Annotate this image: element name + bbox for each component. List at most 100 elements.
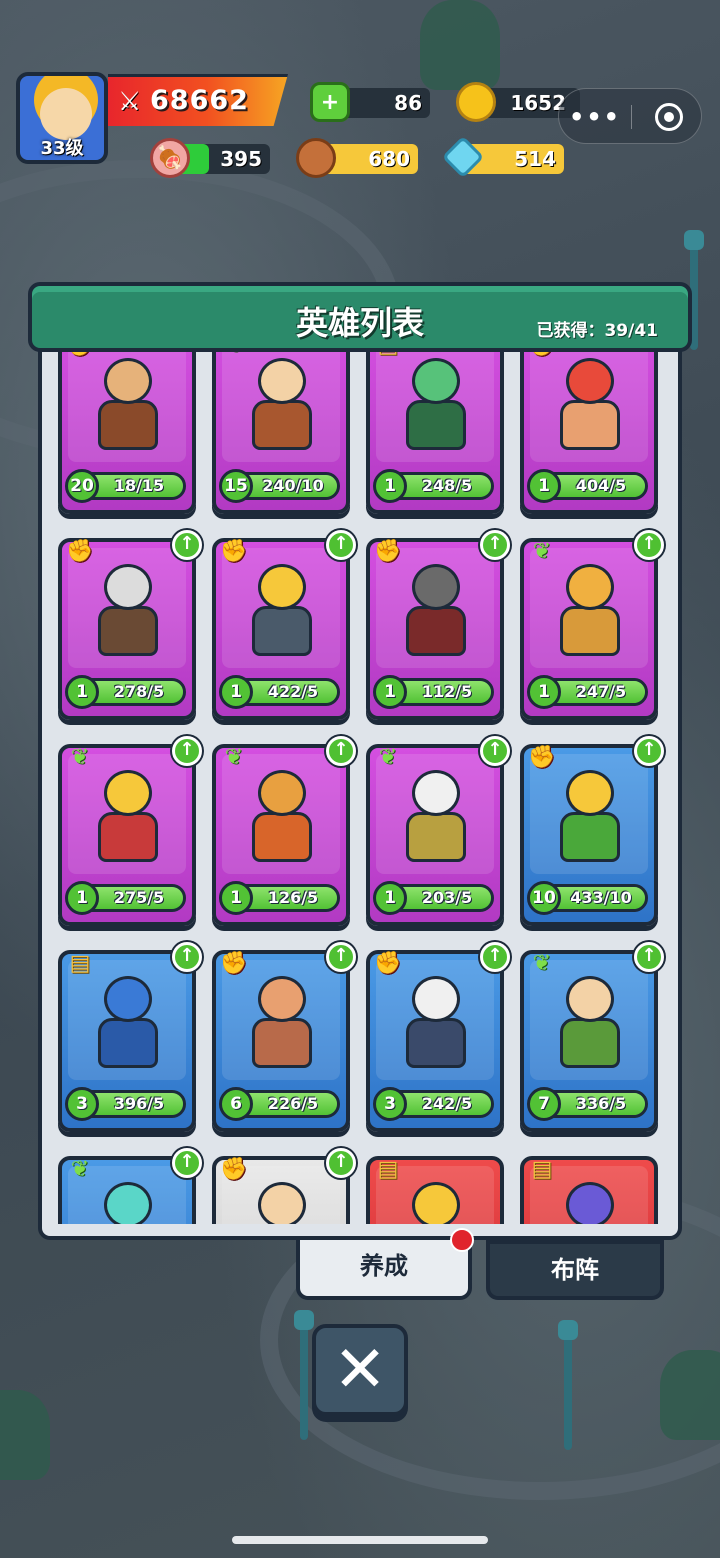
hero-portrait [402,358,470,454]
hero-head [412,976,460,1022]
hero-fragment-bar: 1 404/5 [527,469,648,503]
upgrade-arrow-icon: ↑ [480,530,510,560]
hero-portrait [402,564,470,660]
hero-card[interactable]: ❦ ↑ 1 203/5 [366,736,510,926]
hero-card[interactable]: ✊ ↑ [212,1148,356,1224]
hero-level: 1 [219,881,253,915]
hero-body [560,1018,620,1068]
log-icon [296,138,336,178]
avatar-face [40,88,92,140]
close-x-icon: ✕ [333,1333,387,1407]
close-miniprogram-icon[interactable] [655,103,683,131]
hero-fragment-bar: 7 336/5 [527,1087,648,1121]
hero-card[interactable]: ✊ ↑ 3 242/5 [366,942,510,1132]
hero-card[interactable]: ✊ ↑ 1 422/5 [212,530,356,720]
meat-icon: 🍖 [150,138,190,178]
player-avatar[interactable]: 33级 [16,72,108,164]
miniprogram-capsule: ••• [558,88,702,144]
hero-fragment-count: 226/5 [267,1094,319,1113]
hero-card[interactable]: ▤ [366,1156,504,1224]
hero-card[interactable]: ❦ ↑ 1 275/5 [58,736,202,926]
hero-fragment-count: 278/5 [113,682,165,701]
hero-head [258,976,306,1022]
red-fist-icon: ✊ [220,539,248,564]
hero-head [104,976,152,1022]
hero-card[interactable]: ❦ ↑ 1 247/5 [520,530,664,720]
hero-card[interactable]: ✊ ↑ 1 112/5 [366,530,510,720]
crystal-resource[interactable]: 514 [441,135,564,179]
hero-fragment-count: 248/5 [421,476,473,495]
hero-head [566,564,614,610]
hero-fragment-count: 126/5 [267,888,319,907]
hero-fragment-bar: 6 226/5 [219,1087,340,1121]
hero-level: 1 [527,675,561,709]
red-fist-icon: ✊ [374,951,402,976]
hero-head [412,1182,460,1224]
notification-dot [450,1228,474,1252]
top-hud: 33级 ⚔ 68662 + 86 1652 🍖 395 680 514 ••• [0,0,720,180]
hero-level: 15 [219,469,253,503]
hero-portrait [248,564,316,660]
hero-grid-scroll[interactable]: ✊2018/15❦15240/10▤1248/5✊1404/5✊↑1278/5✊… [50,352,674,1224]
hero-portrait [248,770,316,866]
hero-card[interactable]: ❦ ↑ 1 126/5 [212,736,356,926]
hero-portrait [556,976,624,1072]
hero-card[interactable]: ❦ 15 240/10 [212,352,350,514]
meat-resource[interactable]: 🍖 395 [150,138,270,178]
hero-portrait [94,358,162,454]
hero-portrait [556,564,624,660]
player-level: 33级 [40,138,84,159]
tab-formation[interactable]: 布阵 [486,1240,664,1300]
hero-card[interactable]: ▤ [520,1156,658,1224]
hero-card[interactable]: ▤ ↑ 3 396/5 [58,942,202,1132]
hero-portrait [94,1182,162,1224]
hero-card[interactable]: ❦ ↑ 7 336/5 [520,942,664,1132]
home-indicator [232,1536,488,1544]
hero-body [252,400,312,450]
gems-resource[interactable]: + 86 [310,82,430,122]
hero-card[interactable]: ▤ 1 248/5 [366,352,504,514]
hero-fragment-count: 18/15 [113,476,165,495]
hero-fragment-bar: 3 396/5 [65,1087,186,1121]
hero-portrait [402,1182,470,1224]
gold-coin-icon [456,82,496,122]
hero-fragment-bar: 3 242/5 [373,1087,494,1121]
hero-fragment-bar: 1 278/5 [65,675,186,709]
wood-resource[interactable]: 680 [296,138,418,178]
hero-fragment-count: 396/5 [113,1094,165,1113]
hero-head [104,358,152,404]
obtained-count: 已获得：39/41 [536,321,658,341]
close-button[interactable]: ✕ [312,1324,408,1416]
hero-card[interactable]: ✊ ↑ 10 433/10 [520,736,664,926]
hero-grid: ✊2018/15❦15240/10▤1248/5✊1404/5✊↑1278/5✊… [58,352,664,1224]
hero-body [98,1018,158,1068]
upgrade-arrow-icon: ↑ [326,1148,356,1178]
hero-head [412,358,460,404]
hero-fragment-count: 112/5 [421,682,473,701]
upgrade-arrow-icon: ↑ [326,736,356,766]
red-fist-icon: ✊ [220,951,248,976]
hero-body [560,812,620,862]
red-fist-icon: ✊ [66,539,94,564]
book-icon: ▤ [374,352,402,360]
hero-fragment-count: 422/5 [267,682,319,701]
hero-head [412,564,460,610]
hero-card[interactable]: ✊ ↑ 1 278/5 [58,530,202,720]
hero-card[interactable]: ✊ ↑ 6 226/5 [212,942,356,1132]
red-fist-icon: ✊ [374,539,402,564]
green-leaf-icon: ❦ [70,1157,90,1182]
hero-level: 6 [219,1087,253,1121]
hero-card[interactable]: ✊ 20 18/15 [58,352,196,514]
more-menu-button[interactable]: ••• [569,103,621,131]
hero-card[interactable]: ❦ ↑ [58,1148,202,1224]
green-leaf-icon: ❦ [220,352,248,360]
hero-portrait [556,358,624,454]
hero-head [566,770,614,816]
hero-fragment-count: 336/5 [575,1094,627,1113]
hero-card[interactable]: ✊ 1 404/5 [520,352,658,514]
upgrade-arrow-icon: ↑ [172,736,202,766]
hero-head [258,1182,306,1224]
tab-develop-label: 养成 [360,1252,408,1280]
book-icon: ▤ [69,951,91,976]
tab-develop[interactable]: 养成 [296,1228,474,1300]
